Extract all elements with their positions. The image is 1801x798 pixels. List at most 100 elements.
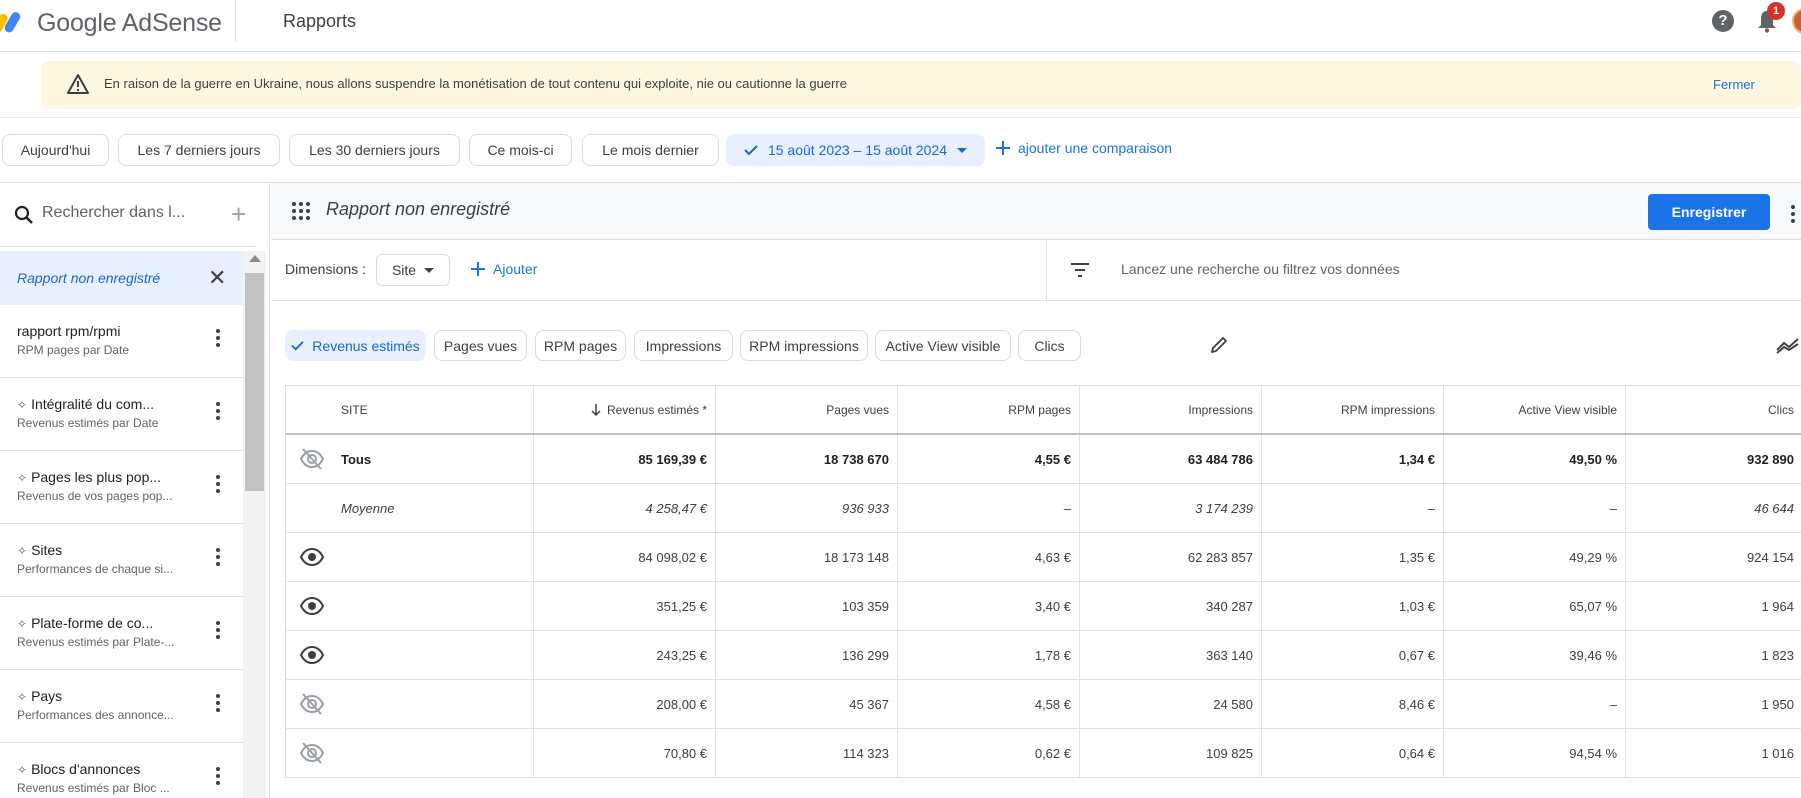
sidebar-item-subtitle: Revenus de vos pages pop... bbox=[17, 489, 173, 503]
table-row[interactable]: Tous 85 169,39 € 18 738 670 4,55 € 63 484 78… bbox=[286, 435, 1801, 484]
close-icon[interactable]: ✕ bbox=[208, 265, 226, 291]
sidebar-item-integralite[interactable]: ✧ Intégralité du com... Revenus estimés p… bbox=[0, 378, 243, 451]
metric-chip-rpm-impressions[interactable]: RPM impressions bbox=[740, 330, 868, 361]
column-header-site[interactable]: SITE bbox=[341, 386, 501, 433]
table-row[interactable]: 351,25 € 103 359 3,40 € 340 287 1,03 € 65,07 … bbox=[286, 582, 1801, 631]
more-options-icon[interactable] bbox=[212, 619, 224, 643]
help-icon[interactable]: ? bbox=[1712, 10, 1734, 32]
visibility-icon[interactable] bbox=[299, 545, 325, 569]
filter-icon[interactable] bbox=[1070, 262, 1090, 278]
date-chip-30-days[interactable]: Les 30 derniers jours bbox=[289, 134, 460, 166]
report-title[interactable]: Rapport non enregistré bbox=[326, 199, 510, 220]
visibility-off-icon[interactable] bbox=[299, 741, 325, 765]
visibility-icon[interactable] bbox=[299, 594, 325, 618]
more-options-icon[interactable] bbox=[212, 546, 224, 570]
sidebar-item-sites[interactable]: ✧ Sites Performances de chaque si... bbox=[0, 524, 243, 597]
date-chip-today[interactable]: Aujourd'hui bbox=[2, 134, 109, 166]
metric-chip-active-view[interactable]: Active View visible bbox=[875, 330, 1011, 361]
more-options-icon[interactable] bbox=[212, 400, 224, 424]
sidebar-item-unsaved-report[interactable]: Rapport non enregistré ✕ bbox=[0, 251, 243, 305]
report-panel: Rapport non enregistré Enregistrer Dimen… bbox=[271, 183, 1801, 798]
visibility-off-icon[interactable] bbox=[299, 692, 325, 716]
cell-value: 8,46 € bbox=[1398, 696, 1435, 712]
chevron-down-icon bbox=[424, 267, 435, 273]
more-options-icon[interactable] bbox=[1791, 205, 1797, 223]
scroll-up-arrow-icon[interactable] bbox=[249, 255, 261, 262]
more-options-icon[interactable] bbox=[212, 692, 224, 716]
visibility-icon[interactable] bbox=[299, 643, 325, 667]
more-options-icon[interactable] bbox=[212, 765, 224, 789]
column-header-clics[interactable]: Clics bbox=[1625, 386, 1801, 433]
sidebar-item-subtitle: Revenus estimés par Bloc ... bbox=[17, 781, 170, 795]
save-button[interactable]: Enregistrer bbox=[1648, 194, 1770, 230]
sparkle-icon: ✧ bbox=[17, 617, 28, 631]
cell-value: 3 174 239 bbox=[1195, 500, 1253, 516]
sidebar-item-title: rapport rpm/rpmi bbox=[17, 323, 121, 339]
column-header-active-view[interactable]: Active View visible bbox=[1443, 386, 1625, 433]
sidebar-item-pays[interactable]: ✧ Pays Performances des annonce... bbox=[0, 670, 243, 743]
filter-search-input[interactable]: Lancez une recherche ou filtrez vos donn… bbox=[1121, 261, 1400, 277]
cell-value: 4 258,47 € bbox=[645, 500, 707, 516]
date-range-selector[interactable]: 15 août 2023 – 15 août 2024 bbox=[726, 134, 985, 166]
cell-value: 3,40 € bbox=[1034, 598, 1071, 614]
table-row[interactable]: Moyenne 4 258,47 € 936 933 – 3 174 239 – – 46 6… bbox=[286, 484, 1801, 533]
cell-value: 4,55 € bbox=[1034, 451, 1071, 467]
sidebar-scrollbar-thumb[interactable] bbox=[245, 273, 264, 491]
cell-value: 351,25 € bbox=[656, 598, 707, 614]
sidebar-item-rapport-rpm[interactable]: rapport rpm/rpmi RPM pages par Date bbox=[0, 305, 243, 378]
cell-value: 1,78 € bbox=[1034, 647, 1071, 663]
apps-grid-icon[interactable] bbox=[292, 202, 310, 220]
sidebar-item-subtitle: Performances de chaque si... bbox=[17, 562, 174, 576]
cell-value: 1,03 € bbox=[1398, 598, 1435, 614]
trend-chart-icon[interactable] bbox=[1776, 335, 1800, 355]
table-row[interactable]: 208,00 € 45 367 4,58 € 24 580 8,46 € – 1 950 bbox=[286, 680, 1801, 729]
edit-pencil-icon[interactable] bbox=[1209, 335, 1229, 355]
cell-value: 1 823 bbox=[1761, 647, 1794, 663]
sparkle-icon: ✧ bbox=[17, 544, 28, 558]
date-chip-7-days[interactable]: Les 7 derniers jours bbox=[118, 134, 280, 166]
sidebar-item-pages-populaires[interactable]: ✧ Pages les plus pop... Revenus de vos pa… bbox=[0, 451, 243, 524]
date-chip-this-month[interactable]: Ce mois-ci bbox=[469, 134, 572, 166]
dimension-site-dropdown[interactable]: Site bbox=[376, 254, 450, 286]
column-header-revenus[interactable]: Revenus estimés * bbox=[533, 386, 715, 433]
table-row[interactable]: 243,25 € 136 299 1,78 € 363 140 0,67 € 39,46 … bbox=[286, 631, 1801, 680]
dimensions-label: Dimensions : bbox=[285, 261, 366, 277]
cell-value: 243,25 € bbox=[656, 647, 707, 663]
add-report-button[interactable]: + bbox=[231, 199, 246, 230]
column-header-pages-vues[interactable]: Pages vues bbox=[715, 386, 897, 433]
cell-value: 208,00 € bbox=[656, 696, 707, 712]
page-title: Rapports bbox=[283, 11, 357, 31]
cell-value: 1,34 € bbox=[1398, 451, 1435, 467]
metric-chip-pages-vues[interactable]: Pages vues bbox=[434, 330, 527, 361]
add-comparison-button[interactable]: ajouter une comparaison bbox=[996, 140, 1172, 156]
cell-site: Moyenne bbox=[341, 500, 395, 516]
add-dimension-button[interactable]: Ajouter bbox=[471, 261, 537, 277]
column-header-rpm-impressions[interactable]: RPM impressions bbox=[1261, 386, 1443, 433]
metric-chip-impressions[interactable]: Impressions bbox=[634, 330, 733, 361]
metric-chip-rpm-pages[interactable]: RPM pages bbox=[535, 330, 626, 361]
metric-chip-clics[interactable]: Clics bbox=[1018, 330, 1081, 361]
sparkle-icon: ✧ bbox=[17, 398, 28, 412]
metric-chip-revenus[interactable]: Revenus estimés bbox=[285, 330, 426, 361]
more-options-icon[interactable] bbox=[212, 327, 224, 351]
table-row[interactable]: 84 098,02 € 18 173 148 4,63 € 62 283 857 1,3… bbox=[286, 533, 1801, 582]
cell-value: 45 367 bbox=[849, 696, 889, 712]
cell-site bbox=[341, 582, 521, 630]
warning-icon bbox=[67, 74, 89, 94]
table-row[interactable]: 70,80 € 114 323 0,62 € 109 825 0,64 € 94,54 %… bbox=[286, 729, 1801, 778]
sidebar-item-blocs-annonces[interactable]: ✧ Blocs d'annonces Revenus estimés par Bl… bbox=[0, 743, 243, 798]
cell-value: 4,63 € bbox=[1034, 549, 1071, 565]
cell-value: 18 173 148 bbox=[823, 549, 889, 565]
column-header-impressions[interactable]: Impressions bbox=[1079, 386, 1261, 433]
visibility-off-icon[interactable] bbox=[299, 447, 325, 471]
avatar[interactable] bbox=[1792, 8, 1801, 34]
date-chip-last-month[interactable]: Le mois dernier bbox=[582, 134, 719, 166]
more-options-icon[interactable] bbox=[212, 473, 224, 497]
sidebar-item-title: ✧ Plate-forme de co... bbox=[17, 615, 154, 631]
search-icon bbox=[14, 205, 33, 224]
column-header-rpm-pages[interactable]: RPM pages bbox=[897, 386, 1079, 433]
banner-close-link[interactable]: Fermer bbox=[1713, 77, 1755, 92]
sidebar-item-plate-forme[interactable]: ✧ Plate-forme de co... Revenus estimés pa… bbox=[0, 597, 243, 670]
sidebar-search-input[interactable]: Rechercher dans l... bbox=[42, 204, 185, 222]
report-table: SITE Revenus estimés * Pages vues RPM pa… bbox=[285, 385, 1801, 778]
